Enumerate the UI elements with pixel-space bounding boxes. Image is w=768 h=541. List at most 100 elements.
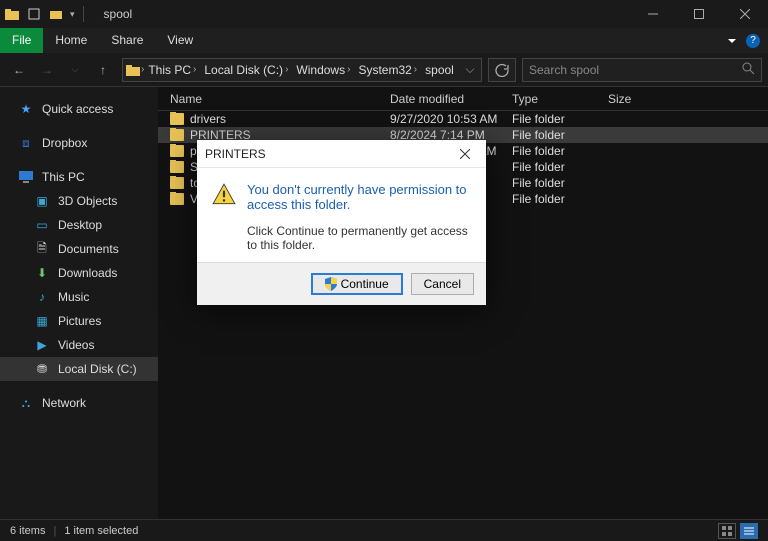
folder-app-icon	[4, 6, 20, 22]
dialog-title: PRINTERS	[205, 147, 266, 161]
minimize-button[interactable]	[630, 0, 676, 28]
crumb-system32[interactable]: System32›	[354, 63, 421, 77]
music-icon: ♪	[34, 289, 50, 305]
nav-bar: ← → ⌵ ↑ › This PC› Local Disk (C:)› Wind…	[0, 53, 768, 87]
cancel-button[interactable]: Cancel	[411, 273, 474, 295]
folder-icon	[170, 177, 184, 189]
pc-icon	[18, 169, 34, 185]
sidebar-network[interactable]: ⛬ Network	[0, 391, 158, 415]
maximize-button[interactable]	[676, 0, 722, 28]
title-bar: ▾ spool	[0, 0, 768, 28]
search-box[interactable]	[522, 58, 762, 82]
file-tab[interactable]: File	[0, 28, 43, 53]
sidebar-pictures[interactable]: ▦ Pictures	[0, 309, 158, 333]
file-type: File folder	[500, 128, 596, 142]
ribbon: File Home Share View ?	[0, 28, 768, 53]
drive-icon: ⛃	[34, 361, 50, 377]
sidebar-item-label: Music	[58, 290, 89, 304]
quick-action-icon-2[interactable]	[48, 6, 64, 22]
button-label: Continue	[341, 277, 389, 291]
file-name: drivers	[190, 112, 226, 126]
recent-dropdown[interactable]: ⌵	[62, 57, 88, 83]
sidebar-videos[interactable]: ▶ Videos	[0, 333, 158, 357]
sidebar-music[interactable]: ♪ Music	[0, 285, 158, 309]
folder-icon	[170, 161, 184, 173]
folder-icon	[170, 193, 184, 205]
dialog-message: Click Continue to permanently get access…	[247, 224, 470, 252]
button-label: Cancel	[424, 277, 461, 291]
close-button[interactable]	[722, 0, 768, 28]
status-bar: 6 items | 1 item selected	[0, 519, 768, 541]
address-bar[interactable]: › This PC› Local Disk (C:)› Windows› Sys…	[122, 58, 482, 82]
sidebar-dropbox[interactable]: ⧈ Dropbox	[0, 131, 158, 155]
permission-dialog: PRINTERS You don't currently have permis…	[197, 140, 486, 305]
dropbox-icon: ⧈	[18, 135, 34, 151]
file-date: 9/27/2020 10:53 AM	[378, 112, 500, 126]
sidebar-item-label: Videos	[58, 338, 94, 352]
help-icon[interactable]: ?	[746, 34, 760, 48]
up-button[interactable]: ↑	[90, 57, 116, 83]
sidebar-local-disk[interactable]: ⛃Local Disk (C:)	[0, 357, 158, 381]
file-type: File folder	[500, 160, 596, 174]
table-row[interactable]: drivers 9/27/2020 10:53 AM File folder	[158, 111, 768, 127]
folder-icon	[170, 129, 184, 141]
folder-icon	[170, 113, 184, 125]
separator	[83, 6, 84, 22]
forward-button[interactable]: →	[34, 57, 60, 83]
sidebar-3d-objects[interactable]: ▣ 3D Objects	[0, 189, 158, 213]
col-type[interactable]: Type	[500, 92, 596, 106]
sidebar-item-label: Network	[42, 396, 86, 410]
view-tab[interactable]: View	[155, 28, 205, 53]
home-tab[interactable]: Home	[43, 28, 99, 53]
search-input[interactable]	[529, 63, 742, 77]
warning-icon	[211, 182, 237, 208]
column-headers: Name Date modified Type Size	[158, 87, 768, 111]
quick-action-icon[interactable]	[26, 6, 42, 22]
sidebar-item-label: Documents	[58, 242, 119, 256]
folder-icon	[170, 145, 184, 157]
address-dropdown-icon[interactable]: ⌵	[461, 62, 479, 77]
window-title: spool	[104, 7, 133, 21]
sidebar-item-label: Quick access	[42, 102, 113, 116]
picture-icon: ▦	[34, 313, 50, 329]
uac-shield-icon	[325, 277, 337, 291]
dialog-titlebar: PRINTERS	[197, 140, 486, 168]
desktop-icon: ▭	[34, 217, 50, 233]
sidebar-this-pc[interactable]: This PC	[0, 165, 158, 189]
star-icon: ★	[18, 101, 34, 117]
file-type: File folder	[500, 192, 596, 206]
nav-pane: ★ Quick access ⧈ Dropbox This PC ▣ 3D Obj…	[0, 87, 158, 519]
sidebar-quick-access[interactable]: ★ Quick access	[0, 97, 158, 121]
view-details-button[interactable]	[740, 523, 758, 539]
back-button[interactable]: ←	[6, 57, 32, 83]
dialog-heading: You don't currently have permission to a…	[247, 182, 470, 212]
crumb-windows[interactable]: Windows›	[292, 63, 354, 77]
crumb-this-pc[interactable]: This PC›	[144, 63, 200, 77]
network-icon: ⛬	[18, 395, 34, 411]
sidebar-item-label: Downloads	[58, 266, 117, 280]
cube-icon: ▣	[34, 193, 50, 209]
col-name[interactable]: Name	[158, 92, 378, 106]
sidebar-item-label: Pictures	[58, 314, 101, 328]
crumb-spool[interactable]: spool	[421, 63, 458, 77]
sidebar-item-label: 3D Objects	[58, 194, 117, 208]
crumb-local-disk[interactable]: Local Disk (C:)›	[200, 63, 292, 77]
sidebar-desktop[interactable]: ▭Desktop	[0, 213, 158, 237]
sidebar-documents[interactable]: 🗎Documents	[0, 237, 158, 261]
search-icon[interactable]	[742, 62, 755, 78]
ribbon-expand-icon[interactable]	[728, 39, 736, 43]
continue-button[interactable]: Continue	[311, 273, 403, 295]
view-thumbnails-button[interactable]	[718, 523, 736, 539]
sidebar-item-label: Dropbox	[42, 136, 87, 150]
qat-dropdown-icon[interactable]: ▾	[70, 9, 75, 20]
sidebar-downloads[interactable]: ⬇Downloads	[0, 261, 158, 285]
refresh-button[interactable]	[488, 58, 516, 82]
dialog-close-button[interactable]	[452, 144, 478, 164]
video-icon: ▶	[34, 337, 50, 353]
sidebar-item-label: This PC	[42, 170, 85, 184]
file-type: File folder	[500, 112, 596, 126]
status-selected: 1 item selected	[64, 525, 138, 537]
col-size[interactable]: Size	[596, 92, 768, 106]
col-date[interactable]: Date modified	[378, 92, 500, 106]
share-tab[interactable]: Share	[99, 28, 155, 53]
